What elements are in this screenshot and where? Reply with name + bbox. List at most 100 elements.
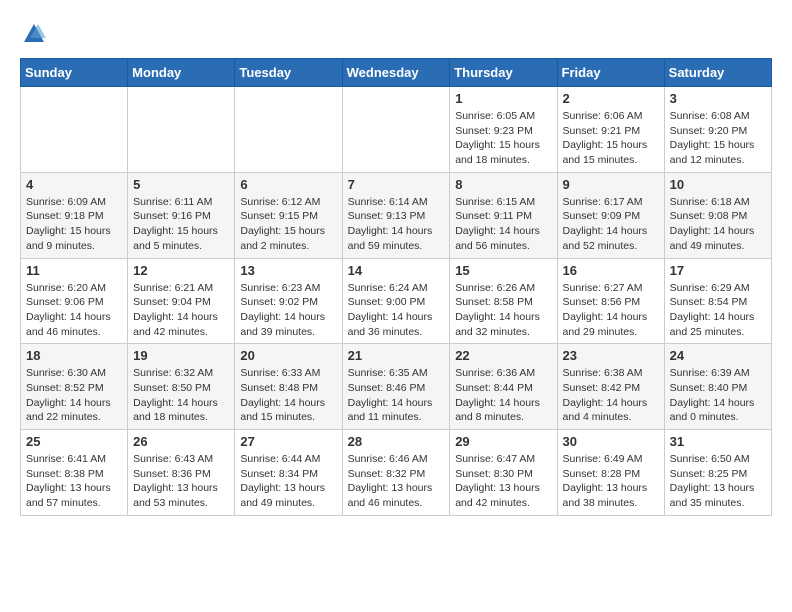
- calendar-cell: 11Sunrise: 6:20 AMSunset: 9:06 PMDayligh…: [21, 258, 128, 344]
- day-info: Sunrise: 6:50 AMSunset: 8:25 PMDaylight:…: [670, 452, 766, 511]
- calendar-week-1: 1Sunrise: 6:05 AMSunset: 9:23 PMDaylight…: [21, 87, 772, 173]
- calendar-cell: 17 Sunrise: 6:29 AMSunset: 8:54 PMDayligh…: [664, 258, 771, 344]
- day-header-saturday: Saturday: [664, 59, 771, 87]
- calendar-cell: 13Sunrise: 6:23 AMSunset: 9:02 PMDayligh…: [235, 258, 342, 344]
- calendar-cell: 24 Sunrise: 6:39 AMSunset: 8:40 PMDayligh…: [664, 344, 771, 430]
- day-header-sunday: Sunday: [21, 59, 128, 87]
- day-info: Sunrise: 6:14 AMSunset: 9:13 PMDaylight:…: [348, 195, 445, 254]
- day-number: 23: [563, 348, 659, 363]
- day-info: Sunrise: 6:44 AMSunset: 8:34 PMDaylight:…: [240, 452, 336, 511]
- day-number: 3: [670, 91, 766, 106]
- day-info: Sunrise: 6:35 AMSunset: 8:46 PMDaylight:…: [348, 366, 445, 425]
- calendar-header-row: SundayMondayTuesdayWednesdayThursdayFrid…: [21, 59, 772, 87]
- day-number: 24: [670, 348, 766, 363]
- day-info: Sunrise: 6:18 AMSunset: 9:08 PMDaylight:…: [670, 195, 766, 254]
- day-info: Sunrise: 6:43 AMSunset: 8:36 PMDaylight:…: [133, 452, 229, 511]
- day-number: 18: [26, 348, 122, 363]
- day-number: 25: [26, 434, 122, 449]
- day-number: 12: [133, 263, 229, 278]
- calendar-cell: [128, 87, 235, 173]
- day-info: Sunrise: 6:12 AMSunset: 9:15 PMDaylight:…: [240, 195, 336, 254]
- day-info: Sunrise: 6:27 AMSunset: 8:56 PMDaylight:…: [563, 281, 659, 340]
- day-info: Sunrise: 6:06 AMSunset: 9:21 PMDaylight:…: [563, 109, 659, 168]
- day-info: Sunrise: 6:32 AMSunset: 8:50 PMDaylight:…: [133, 366, 229, 425]
- calendar-cell: 19Sunrise: 6:32 AMSunset: 8:50 PMDayligh…: [128, 344, 235, 430]
- calendar-cell: 31 Sunrise: 6:50 AMSunset: 8:25 PMDayligh…: [664, 430, 771, 516]
- calendar-week-3: 11Sunrise: 6:20 AMSunset: 9:06 PMDayligh…: [21, 258, 772, 344]
- calendar-cell: 30 Sunrise: 6:49 AMSunset: 8:28 PMDayligh…: [557, 430, 664, 516]
- day-number: 15: [455, 263, 551, 278]
- calendar-cell: 23 Sunrise: 6:38 AMSunset: 8:42 PMDayligh…: [557, 344, 664, 430]
- day-info: Sunrise: 6:49 AMSunset: 8:28 PMDaylight:…: [563, 452, 659, 511]
- calendar-cell: 29 Sunrise: 6:47 AMSunset: 8:30 PMDayligh…: [450, 430, 557, 516]
- calendar-cell: 5Sunrise: 6:11 AMSunset: 9:16 PMDaylight…: [128, 172, 235, 258]
- day-number: 30: [563, 434, 659, 449]
- calendar-cell: 28 Sunrise: 6:46 AMSunset: 8:32 PMDayligh…: [342, 430, 450, 516]
- calendar-cell: 1Sunrise: 6:05 AMSunset: 9:23 PMDaylight…: [450, 87, 557, 173]
- day-header-monday: Monday: [128, 59, 235, 87]
- day-number: 20: [240, 348, 336, 363]
- calendar-cell: 2Sunrise: 6:06 AMSunset: 9:21 PMDaylight…: [557, 87, 664, 173]
- day-info: Sunrise: 6:20 AMSunset: 9:06 PMDaylight:…: [26, 281, 122, 340]
- day-number: 21: [348, 348, 445, 363]
- day-info: Sunrise: 6:09 AMSunset: 9:18 PMDaylight:…: [26, 195, 122, 254]
- day-number: 8: [455, 177, 551, 192]
- calendar-cell: 4 Sunrise: 6:09 AMSunset: 9:18 PMDaylight…: [21, 172, 128, 258]
- day-number: 14: [348, 263, 445, 278]
- calendar-cell: 18 Sunrise: 6:30 AMSunset: 8:52 PMDayligh…: [21, 344, 128, 430]
- page-header: [20, 20, 772, 48]
- day-info: Sunrise: 6:26 AMSunset: 8:58 PMDaylight:…: [455, 281, 551, 340]
- day-number: 29: [455, 434, 551, 449]
- calendar-week-4: 18 Sunrise: 6:30 AMSunset: 8:52 PMDayligh…: [21, 344, 772, 430]
- day-info: Sunrise: 6:21 AMSunset: 9:04 PMDaylight:…: [133, 281, 229, 340]
- calendar-cell: 10Sunrise: 6:18 AMSunset: 9:08 PMDayligh…: [664, 172, 771, 258]
- day-info: Sunrise: 6:38 AMSunset: 8:42 PMDaylight:…: [563, 366, 659, 425]
- calendar-table: SundayMondayTuesdayWednesdayThursdayFrid…: [20, 58, 772, 516]
- day-info: Sunrise: 6:33 AMSunset: 8:48 PMDaylight:…: [240, 366, 336, 425]
- logo: [20, 20, 52, 48]
- day-info: Sunrise: 6:36 AMSunset: 8:44 PMDaylight:…: [455, 366, 551, 425]
- calendar-cell: 14 Sunrise: 6:24 AMSunset: 9:00 PMDayligh…: [342, 258, 450, 344]
- calendar-cell: [235, 87, 342, 173]
- day-number: 17: [670, 263, 766, 278]
- day-info: Sunrise: 6:46 AMSunset: 8:32 PMDaylight:…: [348, 452, 445, 511]
- day-header-tuesday: Tuesday: [235, 59, 342, 87]
- day-info: Sunrise: 6:08 AMSunset: 9:20 PMDaylight:…: [670, 109, 766, 168]
- calendar-cell: 8Sunrise: 6:15 AMSunset: 9:11 PMDaylight…: [450, 172, 557, 258]
- calendar-cell: 12 Sunrise: 6:21 AMSunset: 9:04 PMDayligh…: [128, 258, 235, 344]
- calendar-cell: 26 Sunrise: 6:43 AMSunset: 8:36 PMDayligh…: [128, 430, 235, 516]
- day-header-thursday: Thursday: [450, 59, 557, 87]
- calendar-cell: 20 Sunrise: 6:33 AMSunset: 8:48 PMDayligh…: [235, 344, 342, 430]
- day-info: Sunrise: 6:47 AMSunset: 8:30 PMDaylight:…: [455, 452, 551, 511]
- calendar-cell: 9 Sunrise: 6:17 AMSunset: 9:09 PMDaylight…: [557, 172, 664, 258]
- calendar-cell: 25 Sunrise: 6:41 AMSunset: 8:38 PMDayligh…: [21, 430, 128, 516]
- day-info: Sunrise: 6:29 AMSunset: 8:54 PMDaylight:…: [670, 281, 766, 340]
- day-info: Sunrise: 6:41 AMSunset: 8:38 PMDaylight:…: [26, 452, 122, 511]
- day-header-friday: Friday: [557, 59, 664, 87]
- day-info: Sunrise: 6:05 AMSunset: 9:23 PMDaylight:…: [455, 109, 551, 168]
- calendar-cell: 21 Sunrise: 6:35 AMSunset: 8:46 PMDayligh…: [342, 344, 450, 430]
- day-number: 31: [670, 434, 766, 449]
- calendar-cell: 15 Sunrise: 6:26 AMSunset: 8:58 PMDayligh…: [450, 258, 557, 344]
- day-number: 6: [240, 177, 336, 192]
- day-info: Sunrise: 6:24 AMSunset: 9:00 PMDaylight:…: [348, 281, 445, 340]
- calendar-week-2: 4 Sunrise: 6:09 AMSunset: 9:18 PMDaylight…: [21, 172, 772, 258]
- day-number: 4: [26, 177, 122, 192]
- calendar-cell: [342, 87, 450, 173]
- calendar-cell: 27Sunrise: 6:44 AMSunset: 8:34 PMDayligh…: [235, 430, 342, 516]
- calendar-week-5: 25 Sunrise: 6:41 AMSunset: 8:38 PMDayligh…: [21, 430, 772, 516]
- day-info: Sunrise: 6:17 AMSunset: 9:09 PMDaylight:…: [563, 195, 659, 254]
- calendar-cell: [21, 87, 128, 173]
- calendar-cell: 3 Sunrise: 6:08 AMSunset: 9:20 PMDaylight…: [664, 87, 771, 173]
- day-number: 9: [563, 177, 659, 192]
- day-number: 26: [133, 434, 229, 449]
- calendar-cell: 6 Sunrise: 6:12 AMSunset: 9:15 PMDaylight…: [235, 172, 342, 258]
- day-number: 28: [348, 434, 445, 449]
- day-header-wednesday: Wednesday: [342, 59, 450, 87]
- logo-icon: [20, 20, 48, 48]
- day-info: Sunrise: 6:11 AMSunset: 9:16 PMDaylight:…: [133, 195, 229, 254]
- day-number: 22: [455, 348, 551, 363]
- day-info: Sunrise: 6:30 AMSunset: 8:52 PMDaylight:…: [26, 366, 122, 425]
- calendar-body: 1Sunrise: 6:05 AMSunset: 9:23 PMDaylight…: [21, 87, 772, 516]
- day-info: Sunrise: 6:39 AMSunset: 8:40 PMDaylight:…: [670, 366, 766, 425]
